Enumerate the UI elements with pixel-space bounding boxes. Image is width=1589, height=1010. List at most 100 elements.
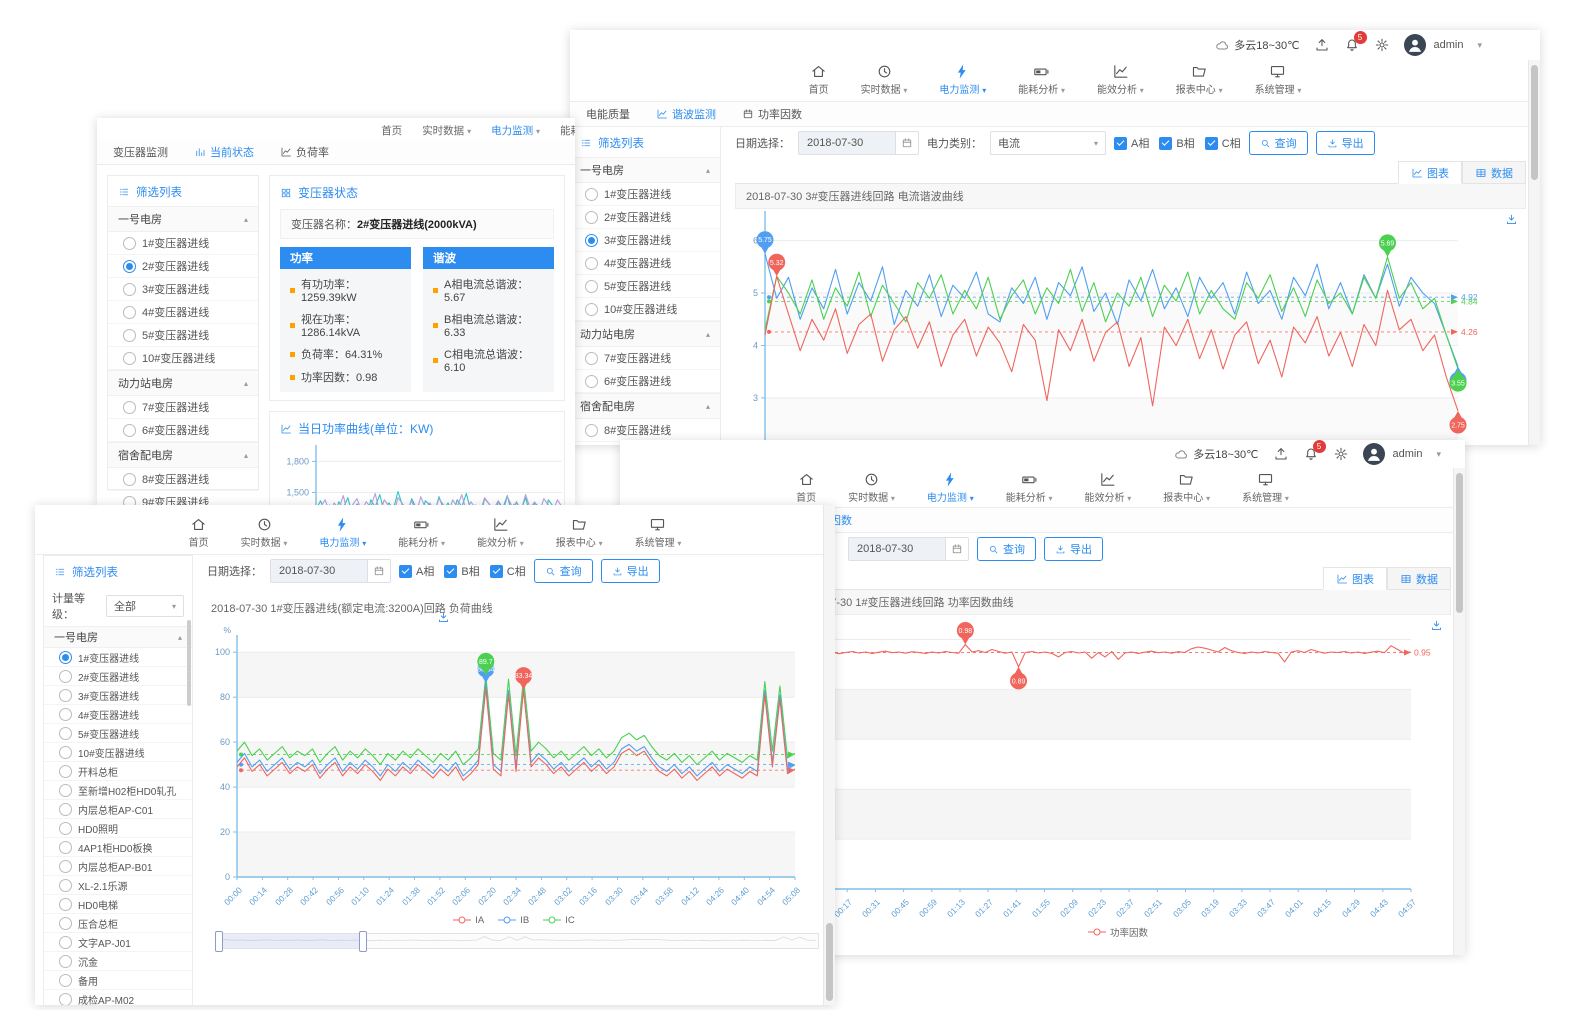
sidebar-radio-item[interactable]: 沉金 <box>44 952 192 971</box>
nav-item-monitor[interactable]: 系统管理 ▾ <box>1242 471 1289 504</box>
settings-icon[interactable] <box>1374 37 1390 53</box>
sidebar-radio-item[interactable]: 7#变压器进线 <box>108 396 258 419</box>
notifications-button[interactable]: 5 <box>1344 37 1360 53</box>
upload-icon[interactable] <box>1314 37 1330 53</box>
sidebar-group[interactable]: 动力站电房▴ <box>108 370 258 396</box>
nav-item-battery[interactable]: 能耗分析 ▾ <box>398 516 445 549</box>
data-zoom-handle-left[interactable] <box>215 931 223 952</box>
export-button[interactable]: 导出 <box>1316 131 1375 155</box>
sidebar-radio-item[interactable]: 成检AP-M02 <box>44 990 192 1005</box>
data-zoom-selection[interactable] <box>218 934 364 948</box>
sidebar-group[interactable]: 动力站电房▴ <box>570 321 720 347</box>
phase-checkbox[interactable]: B相 <box>1159 135 1194 151</box>
nav-item-home[interactable]: 首页 <box>796 471 816 504</box>
nav-item-clock[interactable]: 实时数据 ▾ <box>241 516 288 549</box>
download-chart-button[interactable] <box>437 611 450 624</box>
sidebar-radio-item[interactable]: 备用 <box>44 971 192 990</box>
sidebar-group[interactable]: 宿舍配电房▴ <box>570 393 720 419</box>
sidebar-radio-item[interactable]: 4#变压器进线 <box>44 705 192 724</box>
notifications-button[interactable]: 5 <box>1303 446 1319 462</box>
date-input[interactable]: 2018-07-30 <box>848 537 969 561</box>
sidebar-radio-item[interactable]: 10#变压器进线 <box>108 347 258 370</box>
chart-legend[interactable]: IA IB IC <box>207 913 821 927</box>
nav-item-trend[interactable]: 能效分析 ▾ <box>1085 471 1132 504</box>
sidebar-radio-item[interactable]: 1#变压器进线 <box>44 648 192 667</box>
tab-item[interactable]: 功率因数 <box>742 106 802 122</box>
nav-item-clock[interactable]: 实时数据 ▾ <box>861 63 908 96</box>
sidebar-group[interactable]: 一号电房▴ <box>44 626 192 648</box>
settings-icon[interactable] <box>1333 446 1349 462</box>
nav-item-trend[interactable]: 能效分析 ▾ <box>1097 63 1144 96</box>
tab-item[interactable]: 电能质量 <box>586 106 630 122</box>
legend-item[interactable]: IB <box>498 915 529 926</box>
sidebar-radio-item[interactable]: 10#变压器进线 <box>570 298 720 321</box>
export-button[interactable]: 导出 <box>601 559 660 583</box>
sidebar-radio-item[interactable]: 4#变压器进线 <box>108 301 258 324</box>
download-chart-button[interactable] <box>1505 213 1518 226</box>
download-chart-button[interactable] <box>1430 619 1443 632</box>
tab-item[interactable]: 当前状态 <box>194 144 254 160</box>
legend-item[interactable]: IC <box>543 915 575 926</box>
sidebar-radio-item[interactable]: 3#变压器进线 <box>44 686 192 705</box>
user-menu-caret[interactable]: ▾ <box>1436 449 1441 460</box>
sidebar-radio-item[interactable]: 2#变压器进线 <box>570 206 720 229</box>
power-type-select[interactable]: 电流▾ <box>990 131 1106 155</box>
mini-nav-item[interactable]: 首页 <box>381 123 402 138</box>
sidebar-radio-item[interactable]: 5#变压器进线 <box>44 724 192 743</box>
sidebar-radio-item[interactable]: 1#变压器进线 <box>108 232 258 255</box>
username[interactable]: admin <box>1434 39 1464 51</box>
tab-item[interactable]: 谐波监测 <box>656 106 716 122</box>
username[interactable]: admin <box>1393 448 1423 460</box>
nav-item-bolt[interactable]: 电力监测 ▾ <box>939 63 986 96</box>
window-scrollbar[interactable] <box>1453 468 1465 955</box>
sidebar-radio-item[interactable]: 2#变压器进线 <box>108 255 258 278</box>
sidebar-radio-item[interactable]: 10#变压器进线 <box>44 743 192 762</box>
nav-item-folder[interactable]: 报表中心 ▾ <box>1163 471 1210 504</box>
legend-item[interactable]: 功率因数 <box>1088 925 1148 939</box>
view-chart-tab[interactable]: 图表 <box>1323 567 1387 590</box>
sidebar-radio-item[interactable]: 文字AP-J01 <box>44 933 192 952</box>
sidebar-radio-item[interactable]: 开料总柜 <box>44 762 192 781</box>
mini-nav-item[interactable]: 能耗分析 ▾ <box>560 123 575 138</box>
sidebar-radio-item[interactable]: 4#变压器进线 <box>570 252 720 275</box>
nav-item-monitor[interactable]: 系统管理 ▾ <box>635 516 682 549</box>
sidebar-radio-item[interactable]: 至新增H02柜HD0轧孔 <box>44 781 192 800</box>
legend-item[interactable]: IA <box>453 915 484 926</box>
sidebar-radio-item[interactable]: 6#变压器进线 <box>570 370 720 393</box>
window-scrollbar[interactable] <box>1528 60 1540 445</box>
mini-nav-item[interactable]: 电力监测 ▾ <box>491 123 540 138</box>
sidebar-group[interactable]: 一号电房▴ <box>108 206 258 232</box>
sidebar-radio-item[interactable]: 内层总柜AP-C01 <box>44 800 192 819</box>
query-button[interactable]: 查询 <box>1249 131 1308 155</box>
avatar[interactable] <box>1363 443 1385 465</box>
sidebar-radio-item[interactable]: 8#变压器进线 <box>570 419 720 442</box>
sidebar-radio-item[interactable]: 5#变压器进线 <box>108 324 258 347</box>
sidebar-radio-item[interactable]: 1#变压器进线 <box>570 183 720 206</box>
user-menu-caret[interactable]: ▾ <box>1477 40 1482 51</box>
sidebar-radio-item[interactable]: 3#变压器进线 <box>570 229 720 252</box>
sidebar-group[interactable]: 一号电房▴ <box>570 157 720 183</box>
sidebar-group[interactable]: 宿舍配电房▴ <box>108 442 258 468</box>
phase-checkbox[interactable]: A相 <box>399 563 434 579</box>
data-zoom-slider[interactable] <box>217 933 819 949</box>
sidebar-radio-item[interactable]: HD0电梯 <box>44 895 192 914</box>
nav-item-battery[interactable]: 能耗分析 ▾ <box>1018 63 1065 96</box>
avatar[interactable] <box>1404 34 1426 56</box>
sidebar-radio-item[interactable]: 5#变压器进线 <box>570 275 720 298</box>
phase-checkbox[interactable]: C相 <box>490 563 526 579</box>
nav-item-home[interactable]: 首页 <box>809 63 829 96</box>
sidebar-radio-item[interactable]: 8#变压器进线 <box>108 468 258 491</box>
chart-legend[interactable]: 功率因数 <box>785 925 1451 939</box>
upload-icon[interactable] <box>1273 446 1289 462</box>
nav-item-battery[interactable]: 能耗分析 ▾ <box>1006 471 1053 504</box>
view-data-tab[interactable]: 数据 <box>1462 161 1526 184</box>
sidebar-radio-item[interactable]: XL-2.1乐源 <box>44 876 192 895</box>
date-input[interactable]: 2018-07-30 <box>798 131 919 155</box>
sidebar-scrollbar[interactable] <box>187 620 191 706</box>
meter-level-select[interactable]: 全部▾ <box>106 595 184 617</box>
sidebar-radio-item[interactable]: 9#变压器进线 <box>108 491 258 505</box>
nav-item-folder[interactable]: 报表中心 ▾ <box>1176 63 1223 96</box>
export-button[interactable]: 导出 <box>1044 537 1103 561</box>
data-zoom-handle-right[interactable] <box>359 931 367 952</box>
phase-checkbox[interactable]: A相 <box>1114 135 1149 151</box>
